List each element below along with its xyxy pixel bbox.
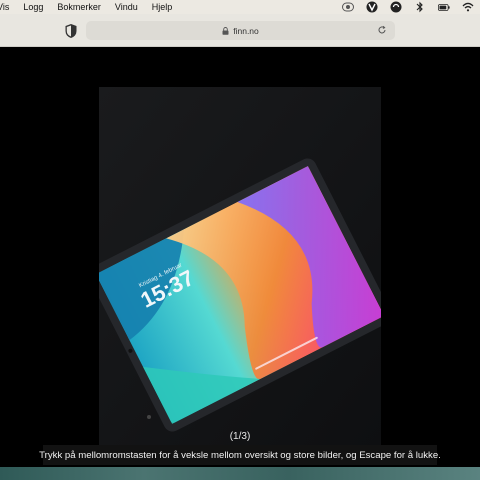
menu-item-vis[interactable]: Vis: [0, 2, 9, 12]
url-text: finn.no: [233, 25, 259, 36]
listing-photo[interactable]: Kristiag 4. februar 15:37: [99, 87, 381, 447]
menu-item-hjelp[interactable]: Hjelp: [152, 2, 173, 12]
image-lightbox[interactable]: Kristiag 4. februar 15:37 (1/3) Trykk på…: [0, 47, 480, 480]
vpn-icon[interactable]: [366, 1, 378, 13]
menu-item-vindu[interactable]: Vindu: [115, 2, 138, 12]
browser-toolbar: finn.no: [0, 14, 480, 47]
wifi-icon[interactable]: [462, 1, 474, 13]
background-image-strip: [0, 467, 480, 480]
status-area: [342, 0, 474, 14]
reload-icon[interactable]: [377, 25, 387, 35]
menu-item-logg[interactable]: Logg: [23, 2, 43, 12]
image-counter: (1/3): [229, 431, 251, 442]
lock-icon: [222, 26, 229, 35]
menu-bar: Vis Logg Bokmerker Vindu Hjelp: [0, 0, 480, 14]
sync-icon[interactable]: [390, 1, 402, 13]
record-icon[interactable]: [342, 1, 354, 13]
battery-icon[interactable]: [438, 1, 450, 13]
keyboard-help-text: Trykk på mellomromstasten for å veksle m…: [39, 445, 441, 465]
address-bar[interactable]: finn.no: [86, 21, 395, 40]
bluetooth-icon[interactable]: [414, 1, 426, 13]
menu-items: Vis Logg Bokmerker Vindu Hjelp: [0, 2, 186, 12]
menu-item-bokmerker[interactable]: Bokmerker: [57, 2, 101, 12]
shield-icon[interactable]: [64, 23, 78, 39]
